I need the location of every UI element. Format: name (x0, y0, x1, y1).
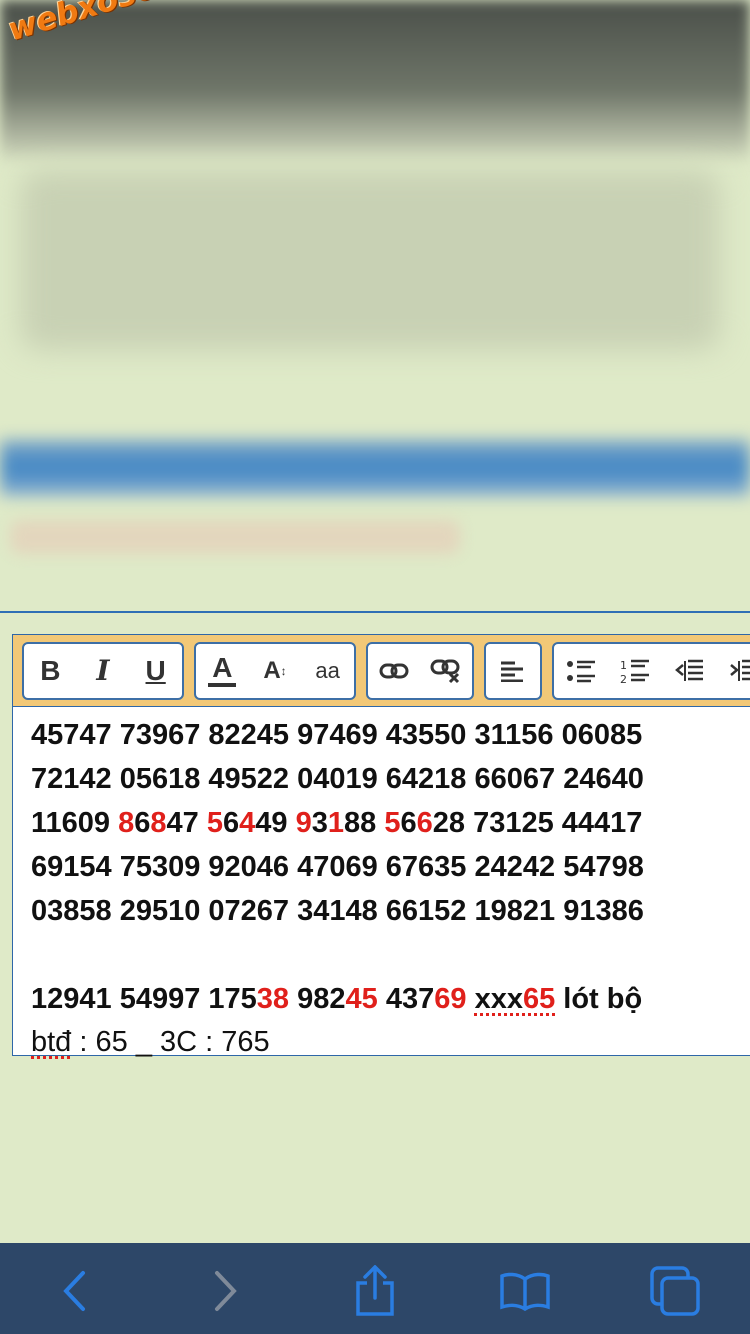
text-segment: 38 (256, 983, 290, 1015)
text-segment: 3 (311, 807, 328, 839)
bullet-list-button[interactable] (557, 647, 605, 695)
text-segment: 6 (134, 807, 151, 839)
text-segment: 12941 54997 175 (31, 983, 257, 1015)
text-segment: 65 (522, 983, 556, 1015)
text-segment: 8 (150, 807, 167, 839)
link-icon (379, 663, 409, 678)
font-case-icon: aa (315, 657, 340, 683)
blurred-content-block (20, 170, 720, 350)
bold-icon: B (40, 654, 61, 686)
text-segment: 88 (344, 807, 385, 839)
font-case-button[interactable]: aa (304, 647, 352, 695)
text-segment: 11609 (31, 807, 119, 839)
forward-icon (215, 1271, 237, 1311)
bold-button[interactable]: B (26, 647, 74, 695)
italic-button[interactable]: I (79, 647, 127, 695)
text-segment: 47 (166, 807, 207, 839)
format-group: B I U (22, 641, 184, 700)
text-segment: 69154 75309 92046 47069 67635 24242 5479… (31, 851, 644, 883)
text-segment: 6 (223, 807, 240, 839)
text-segment: 6 (416, 807, 433, 839)
text-segment: 4 (239, 807, 256, 839)
share-button[interactable] (340, 1263, 410, 1319)
number-row: 03858 29510 07267 34148 66152 19821 9138… (31, 889, 750, 933)
align-left-button[interactable] (489, 647, 537, 695)
outdent-icon (675, 659, 703, 681)
editor-content[interactable]: 45747 73967 82245 97469 43550 31156 0608… (13, 707, 750, 1063)
tabs-button[interactable] (640, 1263, 710, 1319)
text-segment (467, 983, 475, 1015)
text-segment: 5 (206, 807, 223, 839)
text-line-3: btđ : 65 _ 3C : 765 (31, 1021, 750, 1063)
font-color-swatch (208, 682, 237, 687)
back-button[interactable] (40, 1263, 110, 1319)
blurred-blue-bar (0, 440, 750, 496)
text-segment: 9 (295, 807, 312, 839)
blurred-pill (10, 520, 460, 554)
text-segment: 982 (289, 983, 346, 1015)
text-segment: 5 (384, 807, 401, 839)
text-segment: xxx (474, 983, 523, 1015)
number-row: 69154 75309 92046 47069 67635 24242 5479… (31, 845, 750, 889)
unlink-icon (430, 659, 460, 683)
number-rows: 45747 73967 82245 97469 43550 31156 0608… (31, 713, 750, 933)
remove-link-button[interactable] (422, 647, 470, 695)
align-group (484, 641, 542, 700)
forward-button[interactable] (190, 1263, 260, 1319)
font-size-button[interactable]: A ↕ (251, 647, 299, 695)
link-group (366, 641, 474, 700)
italic-icon: I (96, 654, 110, 687)
text-line-2: 12941 54997 17538 98245 43769 xxx65 lót … (31, 977, 750, 1021)
font-size-arrows-icon: ↕ (280, 663, 287, 678)
svg-text:1: 1 (620, 659, 627, 672)
align-left-icon (501, 661, 523, 682)
text-segment: 8 (118, 807, 135, 839)
text-segment: lót bộ (555, 983, 643, 1015)
tabs-icon (650, 1266, 700, 1316)
text-segment: btđ (31, 1026, 72, 1058)
blurred-header (0, 0, 750, 165)
text-segment: 1 (327, 807, 345, 839)
indent-button[interactable] (719, 647, 750, 695)
browser-toolbar (0, 1243, 750, 1334)
font-color-icon: A (212, 651, 233, 683)
text-segment: 45 (345, 983, 378, 1015)
text-segment: 6 (400, 807, 417, 839)
font-size-icon: A (263, 656, 281, 684)
font-group: A A ↕ aa (194, 641, 356, 700)
underline-button[interactable]: U (132, 647, 180, 695)
text-segment: 49 (255, 807, 296, 839)
bookmarks-button[interactable] (490, 1263, 560, 1319)
text-editor: B I U A A ↕ aa 1 2 45747 73967 82245 974… (12, 634, 750, 1058)
number-row: 72142 05618 49522 04019 64218 66067 2464… (31, 757, 750, 801)
numbered-list-icon: 12 (620, 659, 649, 684)
text-segment: 72142 05618 49522 04019 64218 66067 2464… (31, 763, 644, 795)
number-row: 11609 86847 56449 93188 56628 73125 4441… (31, 801, 750, 845)
text-segment: 45747 73967 82245 97469 43550 31156 0608… (31, 719, 643, 751)
indent-icon (730, 659, 750, 681)
number-row: 45747 73967 82245 97469 43550 31156 0608… (31, 713, 750, 757)
bullet-list-icon (567, 660, 595, 682)
svg-text:2: 2 (620, 673, 627, 684)
text-segment: 28 73125 44417 (432, 807, 643, 839)
underline-icon: U (145, 654, 166, 686)
text-segment: 03858 29510 07267 34148 66152 19821 9138… (31, 895, 644, 927)
back-icon (63, 1271, 85, 1311)
editor-toolbar: B I U A A ↕ aa 1 2 (13, 635, 750, 707)
bookmarks-icon (500, 1272, 550, 1311)
list-group: 12 (552, 641, 750, 700)
text-segment: 437 (377, 983, 435, 1015)
share-icon (356, 1265, 394, 1316)
insert-link-button[interactable] (370, 647, 418, 695)
font-color-button[interactable]: A (198, 647, 246, 695)
outdent-button[interactable] (665, 647, 713, 695)
text-segment: 69 (434, 983, 467, 1015)
numbered-list-button[interactable]: 12 (611, 647, 659, 695)
text-segment: : 65 _ 3C : 765 (71, 1026, 270, 1058)
divider (0, 611, 750, 613)
